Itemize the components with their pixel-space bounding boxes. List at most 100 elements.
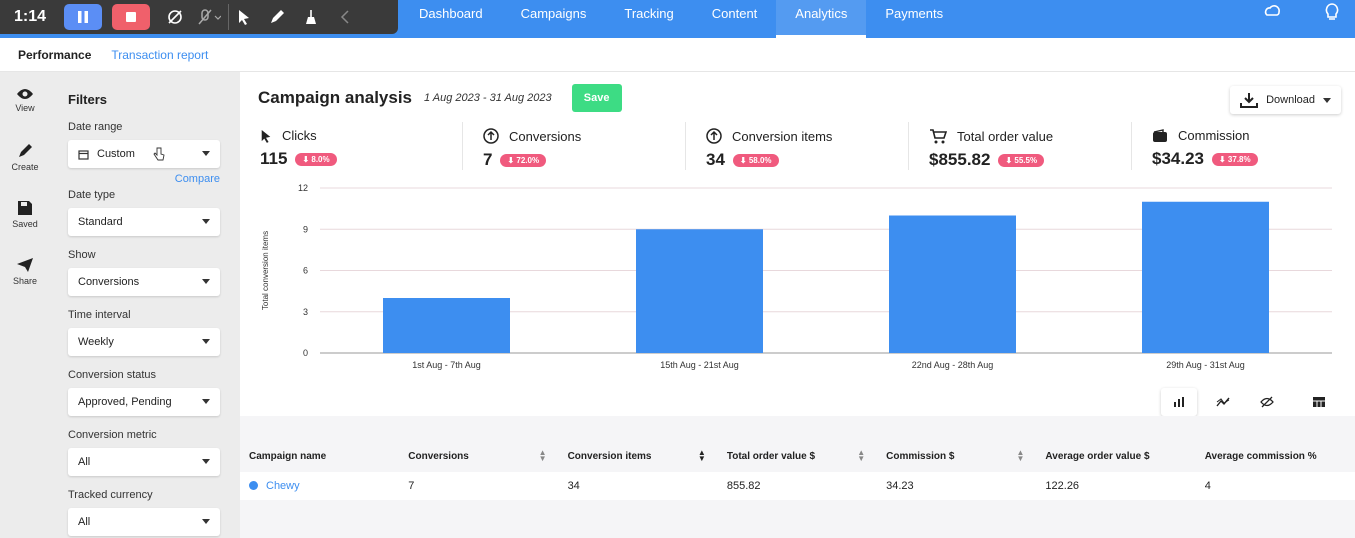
- change-badge: ⬇ 58.0%: [732, 153, 779, 167]
- download-button[interactable]: Download: [1230, 86, 1341, 114]
- eraser-tool[interactable]: [296, 4, 326, 30]
- time-interval-select[interactable]: Weekly: [68, 328, 220, 356]
- sort-icon[interactable]: ▲ ▼: [857, 449, 865, 463]
- conversion-metric-select[interactable]: All: [68, 448, 220, 476]
- pause-button[interactable]: [64, 4, 102, 30]
- kpi-clicks: Clicks 115 ⬇ 8.0%: [240, 122, 463, 170]
- sort-icon[interactable]: ▲ ▼: [698, 449, 706, 463]
- tab-payments[interactable]: Payments: [866, 0, 962, 38]
- compare-link[interactable]: Compare: [68, 173, 220, 185]
- bar-chart-toggle[interactable]: [1161, 388, 1197, 416]
- mic-off-button[interactable]: [194, 4, 224, 30]
- cursor-icon: [261, 129, 271, 143]
- tab-content[interactable]: Content: [693, 0, 777, 38]
- table-cell: 855.82: [726, 480, 761, 492]
- y-tick-label: 12: [298, 183, 308, 193]
- line-chart-toggle[interactable]: [1205, 388, 1241, 416]
- rail-create[interactable]: Create: [0, 129, 50, 186]
- table-cell: 7: [408, 480, 415, 492]
- table-cell: 34.23: [886, 480, 914, 492]
- rail-share-label: Share: [12, 276, 38, 286]
- pointer-tool[interactable]: [228, 4, 258, 30]
- y-tick-label: 6: [303, 266, 308, 276]
- table-cell: 122.26: [1045, 480, 1080, 492]
- wallet-icon: [1153, 128, 1167, 142]
- tab-dashboard[interactable]: Dashboard: [400, 0, 502, 38]
- pen-tool[interactable]: [262, 4, 292, 30]
- stop-button[interactable]: [112, 4, 150, 30]
- date-type-select[interactable]: Standard: [68, 208, 220, 236]
- eye-icon: [17, 89, 33, 99]
- bar-chart-icon: [1174, 397, 1184, 407]
- conversion-items-bar-chart: 0 3 6 9 12 Total conversion items 1st Aug - 7t…: [261, 183, 1332, 370]
- tab-analytics[interactable]: Analytics: [776, 0, 867, 38]
- tracked-currency-select[interactable]: All: [68, 508, 220, 536]
- column-header-conversion-items[interactable]: Conversion items ▲ ▼: [559, 444, 718, 470]
- cloud-moon-icon[interactable]: [1263, 2, 1281, 20]
- hide-series-toggle[interactable]: [1249, 388, 1285, 416]
- tab-campaigns[interactable]: Campaigns: [502, 0, 606, 38]
- show-select[interactable]: Conversions: [68, 268, 220, 296]
- kpi-label: Conversion items: [732, 128, 833, 144]
- line-chart-icon: [1216, 397, 1230, 407]
- column-header-label: Average order value $: [1045, 451, 1150, 462]
- tracked-currency-value: All: [78, 516, 91, 528]
- column-header-label: Conversions: [408, 451, 469, 462]
- column-header-campaign-name[interactable]: Campaign name: [240, 444, 399, 470]
- rail-saved-label: Saved: [12, 219, 38, 229]
- kpi-row: Clicks 115 ⬇ 8.0% Conversions 7 ⬇ 72.0% Co…: [240, 122, 1355, 182]
- date-type-label: Date type: [68, 189, 116, 201]
- change-badge: ⬇ 55.5%: [998, 153, 1045, 167]
- x-tick-label: 29th Aug - 31st Aug: [1166, 360, 1245, 370]
- date-type-value: Standard: [78, 216, 123, 228]
- change-badge: ⬇ 8.0%: [295, 152, 337, 166]
- kpi-value: $34.23: [1152, 149, 1204, 168]
- collapse-toolbar-button[interactable]: [330, 4, 360, 30]
- show-label: Show: [68, 249, 96, 261]
- save-button[interactable]: Save: [571, 84, 622, 112]
- cursor-icon: [238, 10, 249, 25]
- hand-cursor-icon: [153, 147, 165, 161]
- kpi-label: Commission: [1178, 128, 1250, 143]
- recording-toolbar: 1:14: [0, 0, 398, 34]
- kpi-label: Total order value: [957, 128, 1054, 144]
- column-header-total-order-value[interactable]: Total order value $ ▲ ▼: [718, 444, 877, 470]
- change-badge: ⬇ 37.8%: [1212, 152, 1258, 166]
- bar: [1142, 201, 1269, 353]
- table-row: Chewy 7 34 855.82 34.23 122.26 4: [240, 472, 1355, 500]
- column-header-average-order-value[interactable]: Average order value $: [1036, 444, 1195, 470]
- show-value: Conversions: [78, 276, 140, 288]
- tab-performance[interactable]: Performance: [18, 48, 91, 62]
- rail-view-label: View: [15, 103, 35, 113]
- conversion-status-label: Conversion status: [68, 369, 157, 381]
- campaign-link[interactable]: Chewy: [266, 480, 300, 492]
- tab-transaction-report[interactable]: Transaction report: [111, 48, 208, 62]
- column-header-average-commission[interactable]: Average commission %: [1196, 444, 1355, 470]
- date-range-text: 1 Aug 2023 - 31 Aug 2023: [424, 92, 552, 104]
- rail-saved[interactable]: Saved: [0, 186, 50, 243]
- rail-share[interactable]: Share: [0, 243, 50, 300]
- camera-off-button[interactable]: [160, 4, 190, 30]
- sort-icon[interactable]: ▲ ▼: [539, 449, 547, 463]
- chevron-down-icon: [202, 151, 210, 156]
- y-axis-label: Total conversion items: [261, 231, 270, 310]
- column-header-commission[interactable]: Commission $ ▲ ▼: [877, 444, 1036, 470]
- sort-icon[interactable]: ▲ ▼: [1016, 449, 1024, 463]
- column-header-conversions[interactable]: Conversions ▲ ▼: [399, 444, 558, 470]
- rail-view[interactable]: View: [0, 72, 50, 129]
- tab-tracking[interactable]: Tracking: [605, 0, 692, 38]
- table-view-toggle[interactable]: [1301, 388, 1337, 416]
- date-range-select[interactable]: Custom: [68, 140, 220, 168]
- mic-off-icon: [198, 9, 221, 25]
- date-range-value: Custom: [97, 148, 135, 160]
- save-icon: [18, 201, 32, 215]
- filters-panel: Filters Date range Custom Compare Date t…: [50, 72, 240, 538]
- conversion-status-select[interactable]: Approved, Pending: [68, 388, 220, 416]
- lightbulb-icon[interactable]: [1323, 2, 1341, 22]
- kpi-value: 7: [483, 150, 493, 169]
- campaign-table: Campaign name Conversions ▲ ▼ Conversion i…: [240, 416, 1355, 538]
- table-icon: [1313, 397, 1325, 407]
- page-title: Campaign analysis: [258, 88, 413, 107]
- table-cell: 34: [567, 480, 580, 492]
- rail-create-label: Create: [11, 162, 39, 172]
